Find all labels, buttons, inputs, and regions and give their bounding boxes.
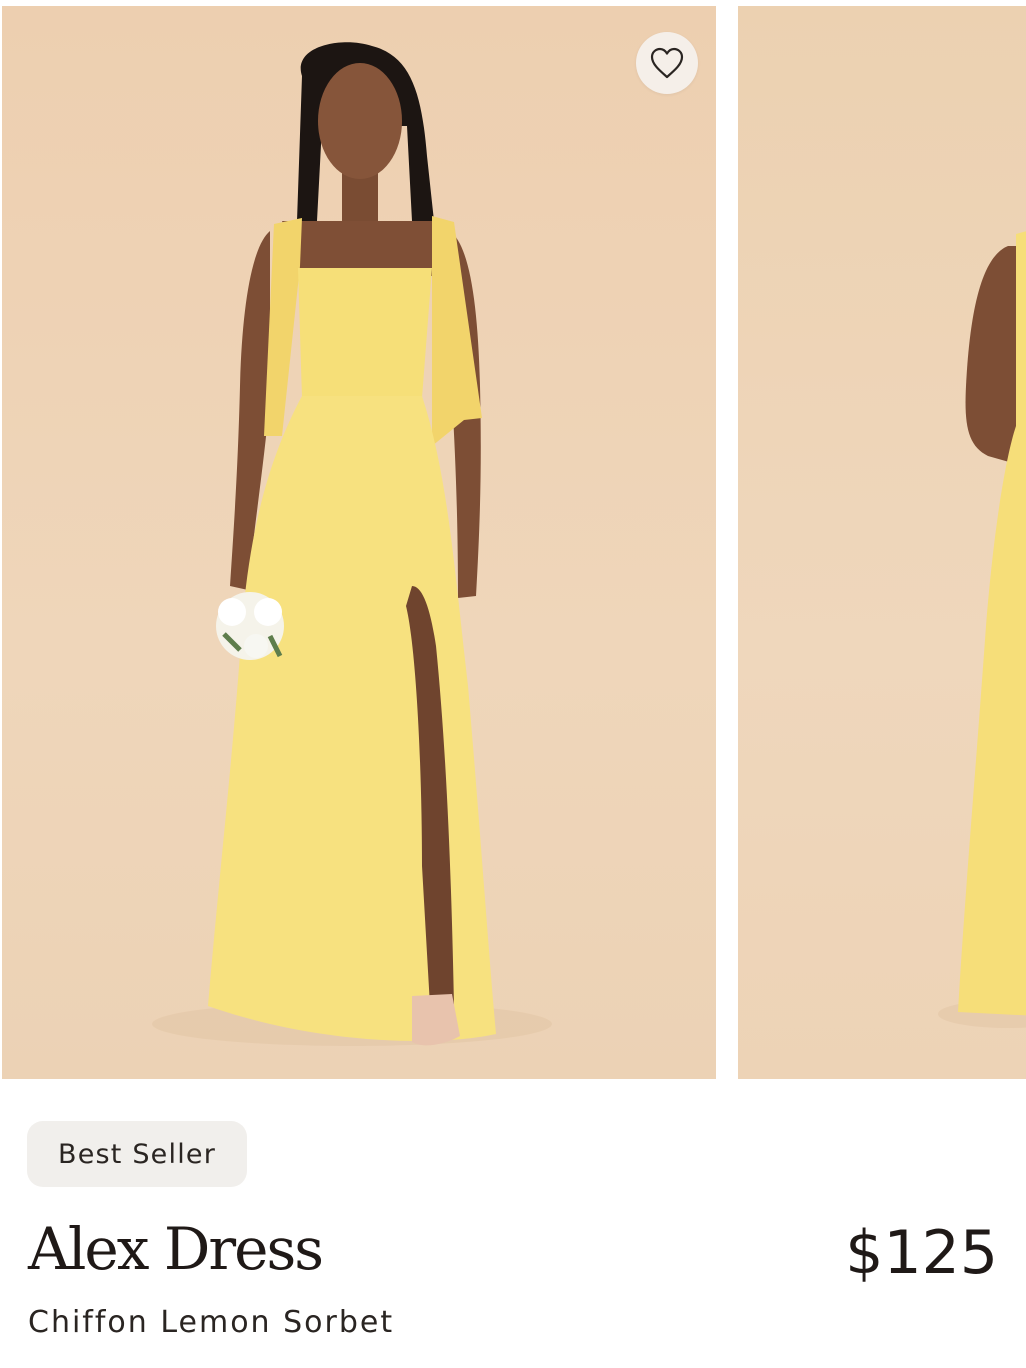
- best-seller-badge: Best Seller: [27, 1121, 247, 1187]
- product-image-carousel[interactable]: [0, 6, 1026, 1079]
- favorite-button[interactable]: [636, 32, 698, 94]
- product-variant: Chiffon Lemon Sorbet: [28, 1305, 395, 1340]
- product-price: $125: [845, 1218, 998, 1288]
- product-image-front[interactable]: [2, 6, 716, 1079]
- product-name[interactable]: Alex Dress: [28, 1215, 324, 1283]
- model-photo-front: [152, 42, 552, 1046]
- product-card: Best Seller Alex Dress $125 Chiffon Lemo…: [0, 0, 1026, 1368]
- heart-outline-icon: [650, 47, 684, 79]
- model-photo-side: [938, 231, 1026, 1028]
- product-image-side[interactable]: [738, 6, 1026, 1079]
